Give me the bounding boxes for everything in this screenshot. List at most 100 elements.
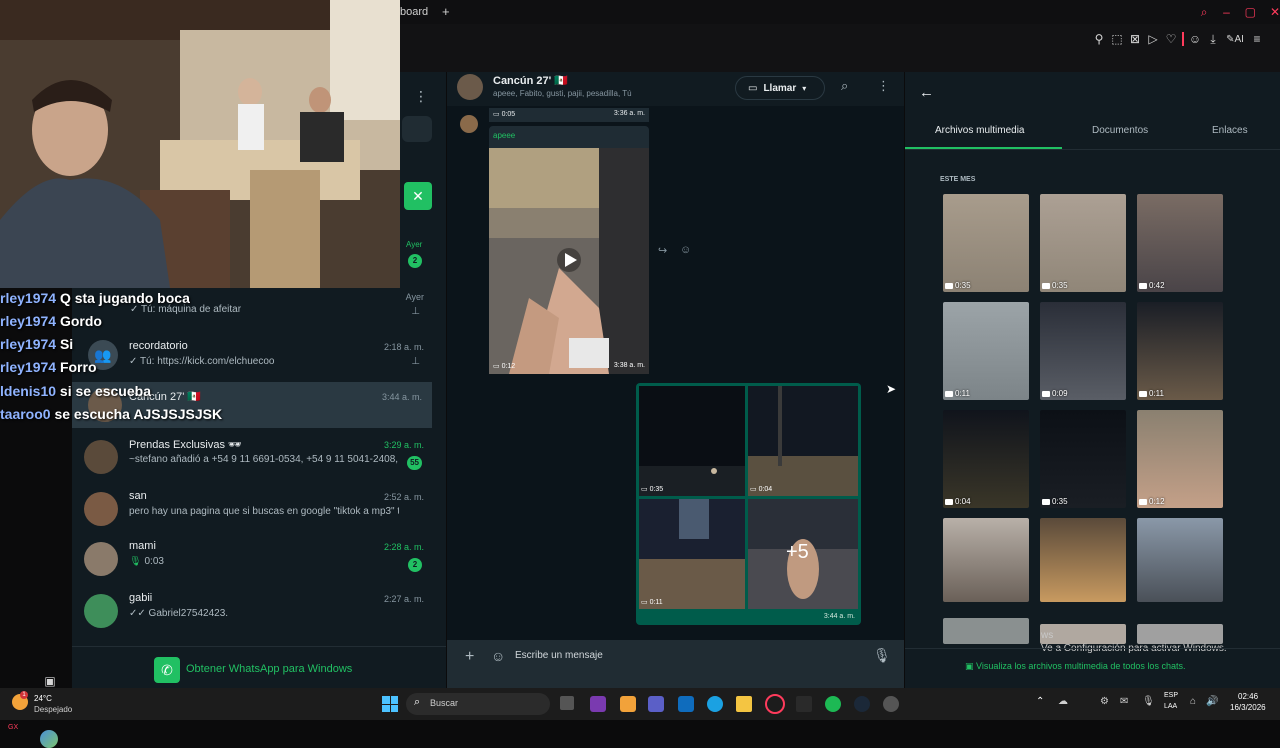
more-media-count[interactable]: +5 (786, 541, 809, 564)
emoji-react-icon[interactable]: ☺ (680, 244, 691, 256)
search-bar[interactable] (402, 116, 432, 142)
profile-icon[interactable]: ☺ (1188, 32, 1202, 46)
footer-link: ▣ Visualiza los archivos multimedia de t… (965, 661, 1186, 671)
tray-icon[interactable]: ⚙ (1100, 696, 1109, 707)
tab-media[interactable]: Archivos multimedia (935, 125, 1024, 136)
video-message[interactable]: apeee ▭ 0:12 3:38 a. m. (489, 126, 649, 374)
footer-text[interactable]: Visualiza los archivos multimedia de tod… (976, 661, 1185, 671)
close-icon[interactable]: ✕ (1270, 5, 1280, 19)
chat-name: Prendas Exclusivas 🕶 (129, 439, 243, 451)
menu-icon[interactable]: ≡ (1250, 32, 1264, 46)
attach-icon[interactable]: + (465, 648, 474, 666)
download-icon[interactable]: ⤓ (1206, 32, 1220, 46)
new-tab-icon[interactable]: + (442, 4, 450, 19)
conversation-menu-icon[interactable]: ⋮ (877, 78, 890, 94)
media-thumbnail[interactable]: 0:35 (1040, 194, 1126, 292)
media-thumbnail[interactable]: 0:04 (943, 410, 1029, 508)
duration-text: 0:05 (501, 111, 516, 118)
duration-text: 0:12 (501, 363, 516, 370)
stream-chat-line: ldenis10 si se escueba (0, 383, 151, 399)
media-thumbnail[interactable] (943, 618, 1029, 644)
list-item[interactable]: Prendas Exclusivas 🕶 ~stefano añadió a +… (84, 434, 434, 480)
media-thumbnail[interactable] (1137, 624, 1223, 644)
window-controls: ⌕ – ▢ ✕ (1200, 5, 1280, 20)
file-explorer-icon[interactable] (736, 696, 752, 712)
taskbar-search[interactable]: ⌕ Buscar (406, 693, 550, 715)
section-header: ESTE MES (940, 176, 976, 183)
tab-label[interactable]: board (400, 6, 428, 18)
video-duration: 0:09 (1042, 389, 1068, 398)
epic-games-icon[interactable] (796, 696, 812, 712)
close-banner-button[interactable]: ✕ (404, 182, 432, 210)
block-icon[interactable]: ⊠ (1128, 32, 1142, 46)
maximize-icon[interactable]: ▢ (1245, 5, 1256, 19)
message-bubble[interactable]: ▭ 0:05 3:36 a. m. (489, 108, 649, 122)
media-thumbnail[interactable] (1040, 518, 1126, 602)
play-icon[interactable]: ▷ (1146, 32, 1160, 46)
ai-icon[interactable]: ✎ AI (1224, 32, 1246, 46)
search-icon[interactable]: ⌕ (1200, 5, 1208, 19)
message-input[interactable]: Escribe un mensaje (515, 650, 603, 661)
stream-chat-line: rley1974 Gordo (0, 313, 102, 329)
tab-bar: board + (400, 0, 1280, 24)
group-avatar[interactable] (457, 74, 483, 100)
gallery-icon[interactable]: ▣ (43, 674, 57, 688)
forward-icon[interactable]: ↪ (658, 244, 667, 257)
media-thumbnail[interactable] (1137, 518, 1223, 602)
tab-links[interactable]: Enlaces (1212, 125, 1248, 136)
media-grid-message[interactable]: ▭ 0:35 ▭ 0:04 ▭ 0:11 +5 3:44 a. m. (636, 383, 861, 625)
network-icon[interactable]: ⌂ (1190, 696, 1196, 707)
tab-documents[interactable]: Documentos (1092, 125, 1148, 136)
tray-chevron-icon[interactable]: ⌃ (1036, 696, 1044, 707)
media-thumbnail[interactable]: 0:09 (1040, 302, 1126, 400)
conversation-title[interactable]: Cancún 27' 🇲🇽 (493, 74, 568, 87)
snapshot-icon[interactable]: ⬚ (1110, 32, 1124, 46)
search-icon[interactable]: ⌕ (841, 78, 848, 94)
call-button[interactable]: ▭ Llamar ▾ (735, 76, 825, 100)
steam-icon[interactable] (854, 696, 870, 712)
lang-primary[interactable]: ESP (1164, 692, 1178, 699)
back-arrow-icon[interactable]: ← (919, 84, 934, 101)
list-item[interactable]: mami 🎙 0:03 2:28 a. m. 2 (84, 536, 434, 582)
app-icon[interactable] (590, 696, 606, 712)
media-thumbnail[interactable]: 0:11 (1137, 302, 1223, 400)
app-icon[interactable] (620, 696, 636, 712)
tray-icon[interactable]: ☁ (1058, 696, 1068, 707)
stream-chat: rley1974 Q sta jugando boca rley1974 Gor… (0, 288, 260, 428)
sticker-icon[interactable]: ☺ (491, 648, 505, 664)
heart-icon[interactable]: ♡ (1164, 32, 1178, 46)
duration-text: 0:35 (649, 486, 664, 493)
spotify-icon[interactable] (825, 696, 841, 712)
list-item[interactable]: gabii ✓✓ Gabriel27542423. 2:27 a. m. (84, 588, 434, 634)
profile-avatar[interactable] (40, 730, 58, 748)
get-whatsapp-banner[interactable]: ✆ Obtener WhatsApp para Windows (72, 646, 446, 688)
microphone-icon[interactable]: 🎙 (1142, 696, 1155, 707)
get-whatsapp-link[interactable]: Obtener WhatsApp para Windows (186, 663, 352, 675)
media-thumbnail[interactable] (943, 518, 1029, 602)
media-thumbnail[interactable]: 0:42 (1137, 194, 1223, 292)
media-thumbnail[interactable]: 0:35 (1040, 410, 1126, 508)
chat-time: 3:29 a. m. (383, 440, 424, 450)
media-thumbnail[interactable]: 0:12 (1137, 410, 1223, 508)
teams-icon[interactable] (648, 696, 664, 712)
tray-icon[interactable]: ✉ (1120, 696, 1128, 707)
edge-icon[interactable] (707, 696, 723, 712)
start-button-icon[interactable] (382, 696, 398, 712)
task-view-icon[interactable] (560, 696, 574, 710)
list-item[interactable]: san pero hay una pagina que si buscas en… (84, 486, 434, 532)
opera-gx-icon[interactable] (765, 694, 785, 714)
outlook-icon[interactable] (678, 696, 694, 712)
media-thumbnail[interactable]: 0:11 (943, 302, 1029, 400)
chatlist-menu-icon[interactable]: ⋮ (414, 88, 428, 105)
sender-avatar[interactable] (460, 115, 478, 133)
grid-thumbnail[interactable] (639, 386, 745, 496)
grid-thumbnail[interactable] (639, 499, 745, 609)
grid-thumbnail[interactable] (748, 386, 858, 496)
app-icon[interactable] (883, 696, 899, 712)
media-thumbnail[interactable]: 0:35 (943, 194, 1029, 292)
minimize-icon[interactable]: – (1222, 5, 1230, 19)
clock-time[interactable]: 02:46 (1238, 692, 1258, 701)
microphone-icon[interactable]: 🎙 (873, 647, 891, 664)
volume-icon[interactable]: 🔊 (1206, 696, 1218, 707)
pin-icon[interactable]: ⚲ (1092, 32, 1106, 46)
